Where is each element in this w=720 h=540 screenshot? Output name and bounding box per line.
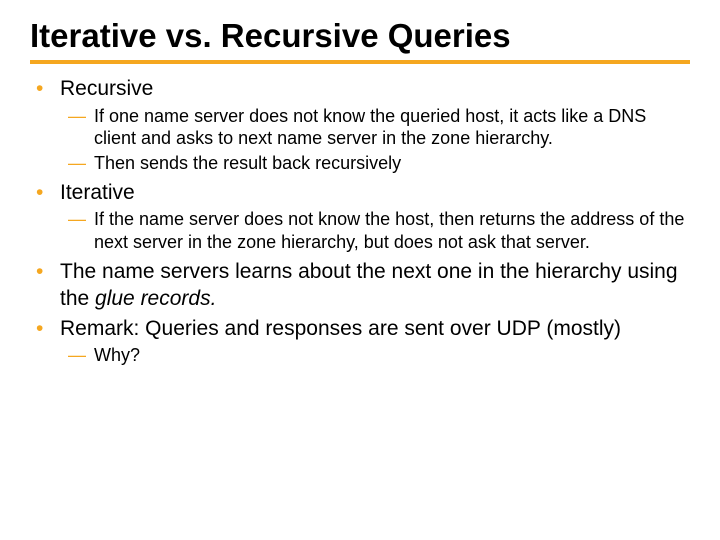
- bullet-text-em: glue records.: [95, 287, 216, 310]
- sub-bullet: Why?: [94, 344, 690, 367]
- bullet-text: Recursive: [60, 77, 153, 100]
- sub-list: Why?: [60, 344, 690, 367]
- slide: Iterative vs. Recursive Queries Recursiv…: [0, 0, 720, 540]
- sub-list: If one name server does not know the que…: [60, 105, 690, 175]
- bullet-text: Remark: Queries and responses are sent o…: [60, 317, 621, 340]
- sub-bullet: If the name server does not know the hos…: [94, 208, 690, 253]
- bullet-remark: Remark: Queries and responses are sent o…: [54, 316, 690, 367]
- bullet-iterative: Iterative If the name server does not kn…: [54, 180, 690, 253]
- slide-title: Iterative vs. Recursive Queries: [30, 18, 690, 64]
- bullet-list: Recursive If one name server does not kn…: [30, 76, 690, 366]
- sub-bullet: If one name server does not know the que…: [94, 105, 690, 150]
- bullet-text: Iterative: [60, 181, 135, 204]
- bullet-recursive: Recursive If one name server does not kn…: [54, 76, 690, 174]
- sub-bullet: Then sends the result back recursively: [94, 152, 690, 175]
- sub-list: If the name server does not know the hos…: [60, 208, 690, 253]
- bullet-glue-records: The name servers learns about the next o…: [54, 259, 690, 312]
